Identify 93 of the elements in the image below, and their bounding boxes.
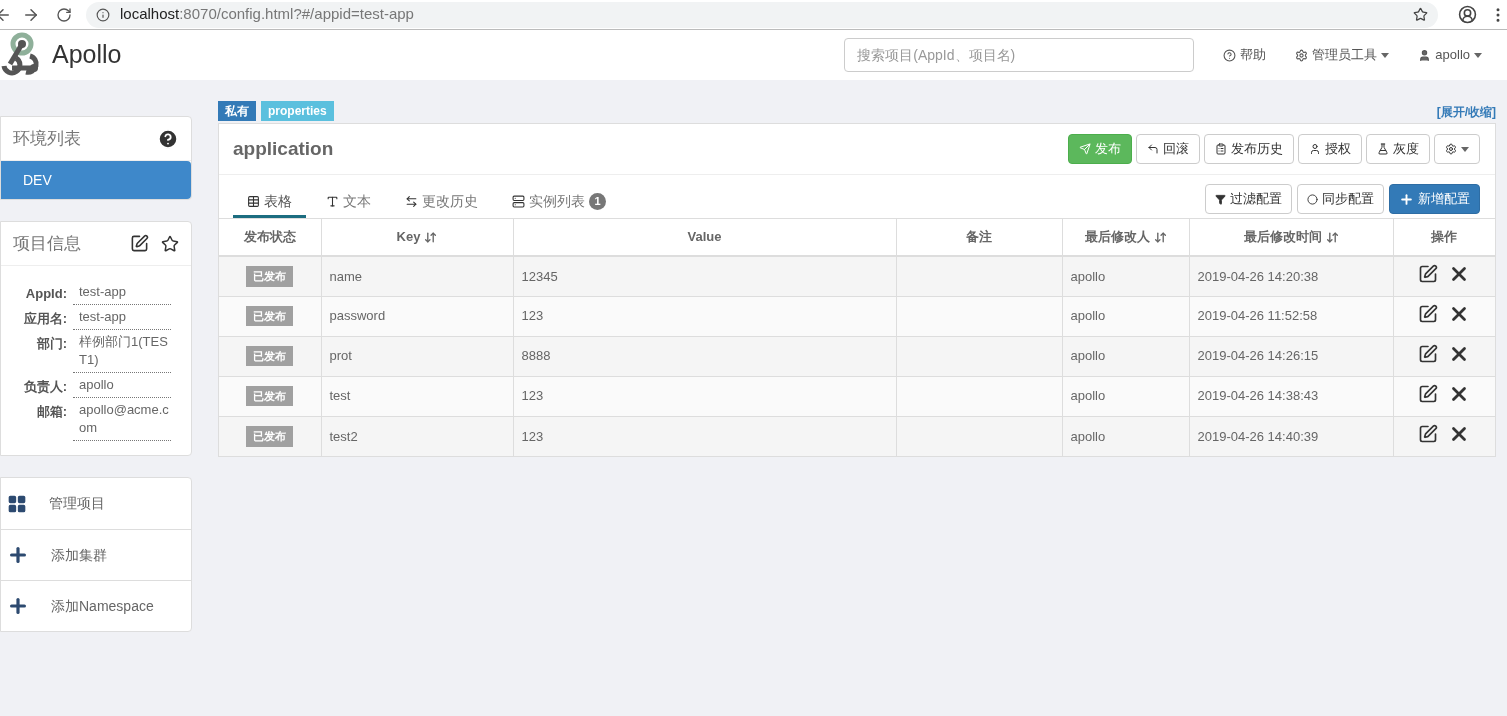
plus-icon (1399, 191, 1414, 207)
sidebar-action[interactable]: 添加集群 (1, 529, 191, 580)
namespace-tab[interactable]: 表格 (233, 187, 306, 218)
column-header: Value (513, 219, 896, 256)
namespace-tab[interactable]: 更改历史 (391, 187, 492, 218)
caret-icon (1474, 52, 1482, 58)
status-badge: 已发布 (246, 266, 294, 287)
field-value: 样例部门1(TEST1) (73, 330, 171, 373)
sort-icon (424, 230, 438, 244)
column-header: 备注 (896, 219, 1062, 256)
text-icon (326, 194, 339, 208)
circle-icon (1307, 193, 1318, 205)
url-text: localhost:8070/config.html?#/appid=test-app (120, 4, 414, 25)
field-label: 负责人: (22, 378, 68, 396)
count-badge: 1 (589, 192, 606, 210)
server-icon (512, 194, 525, 208)
filter-button[interactable]: 过滤配置 (1205, 184, 1292, 214)
profile-icon[interactable] (1458, 5, 1477, 24)
history-button[interactable]: 发布历史 (1204, 134, 1294, 164)
user-icon (1309, 143, 1321, 155)
namespace-badge: properties (261, 101, 334, 121)
namespace-tab[interactable]: 文本 (312, 187, 385, 218)
admin-tools-menu[interactable]: 管理员工具 (1295, 45, 1390, 65)
table-cell: apollo (1062, 416, 1189, 456)
status-badge: 已发布 (246, 345, 294, 367)
field-value: apollo@acme.com (73, 398, 171, 441)
panel-title: 项目信息 (13, 232, 81, 255)
search-field[interactable]: 搜索项目(AppId、项目名) (844, 38, 1195, 72)
env-item[interactable]: DEV (1, 161, 191, 199)
reload-icon[interactable] (56, 6, 72, 23)
edit-icon[interactable] (1418, 424, 1439, 444)
expand-collapse-link[interactable]: [展开/收缩] (1436, 103, 1496, 121)
plus-icon (7, 544, 29, 566)
table-cell: test2 (321, 416, 513, 456)
table-cell: 123 (513, 416, 896, 456)
settings-icon (1445, 143, 1457, 155)
auth-button[interactable]: 授权 (1298, 134, 1362, 164)
field-value: apollo (73, 373, 171, 398)
field-label: 邮箱: (35, 403, 68, 421)
column-header: 发布状态 (219, 219, 321, 256)
column-header[interactable]: 最后修改时间 (1189, 219, 1393, 256)
edit-icon[interactable] (1418, 303, 1439, 324)
status-badge: 已发布 (246, 426, 294, 447)
info-icon[interactable] (96, 7, 110, 22)
rollback-button[interactable]: 回滚 (1136, 134, 1200, 164)
table-cell: 2019-04-26 14:40:39 (1189, 416, 1393, 456)
send-icon (1079, 143, 1091, 155)
grid-icon (7, 493, 27, 514)
edit-icon[interactable] (1418, 343, 1439, 364)
sync-button[interactable]: 同步配置 (1297, 184, 1384, 214)
field-label: AppId: (24, 285, 68, 303)
panel-title: 环境列表 (13, 127, 81, 150)
user-menu[interactable]: apollo (1418, 45, 1482, 65)
sidebar-action[interactable]: 添加Namespace (1, 580, 191, 631)
edit-icon[interactable] (1418, 383, 1439, 404)
help-icon[interactable] (157, 127, 179, 150)
caret-icon (1461, 146, 1469, 152)
flask-icon (1377, 143, 1389, 155)
settings-button[interactable] (1434, 134, 1480, 164)
caret-icon (1381, 52, 1390, 58)
gear-icon (1295, 48, 1309, 62)
column-header[interactable]: Key (321, 219, 513, 256)
return-icon (1147, 143, 1159, 155)
help-link[interactable]: 帮助 (1223, 45, 1267, 65)
clipboard-icon (1215, 143, 1227, 155)
status-badge: 已发布 (246, 385, 294, 407)
edit-icon[interactable] (130, 234, 149, 253)
column-header: 操作 (1393, 219, 1495, 256)
edit-icon[interactable] (1418, 264, 1439, 284)
table-icon (247, 194, 260, 208)
add-config-button[interactable]: 新增配置 (1389, 184, 1480, 214)
canary-release-button[interactable]: 灰度 (1366, 134, 1430, 164)
sort-icon (1325, 230, 1339, 244)
swap-icon (405, 194, 418, 208)
bookmark-star-icon[interactable] (1413, 7, 1428, 22)
help-icon (1223, 48, 1237, 62)
logo-text: Apollo (52, 39, 122, 71)
field-label: 部门: (35, 335, 68, 353)
namespace-title: application (233, 136, 334, 161)
star-icon[interactable] (161, 234, 179, 253)
column-header[interactable]: 最后修改人 (1062, 219, 1189, 256)
sort-icon (1153, 230, 1167, 244)
field-label: 应用名: (22, 310, 68, 328)
plus-icon (7, 595, 29, 617)
status-badge: 已发布 (246, 305, 294, 327)
sidebar-action[interactable]: 管理项目 (1, 478, 191, 529)
field-value: test-app (73, 280, 171, 305)
namespace-tab[interactable]: 实例列表 1 (498, 187, 620, 218)
field-value: test-app (73, 305, 171, 330)
filter-icon (1215, 193, 1226, 205)
namespace-badge: 私有 (218, 101, 256, 121)
address-bar[interactable]: localhost:8070/config.html?#/appid=test-app (86, 1, 1438, 28)
user-icon (1418, 48, 1432, 62)
